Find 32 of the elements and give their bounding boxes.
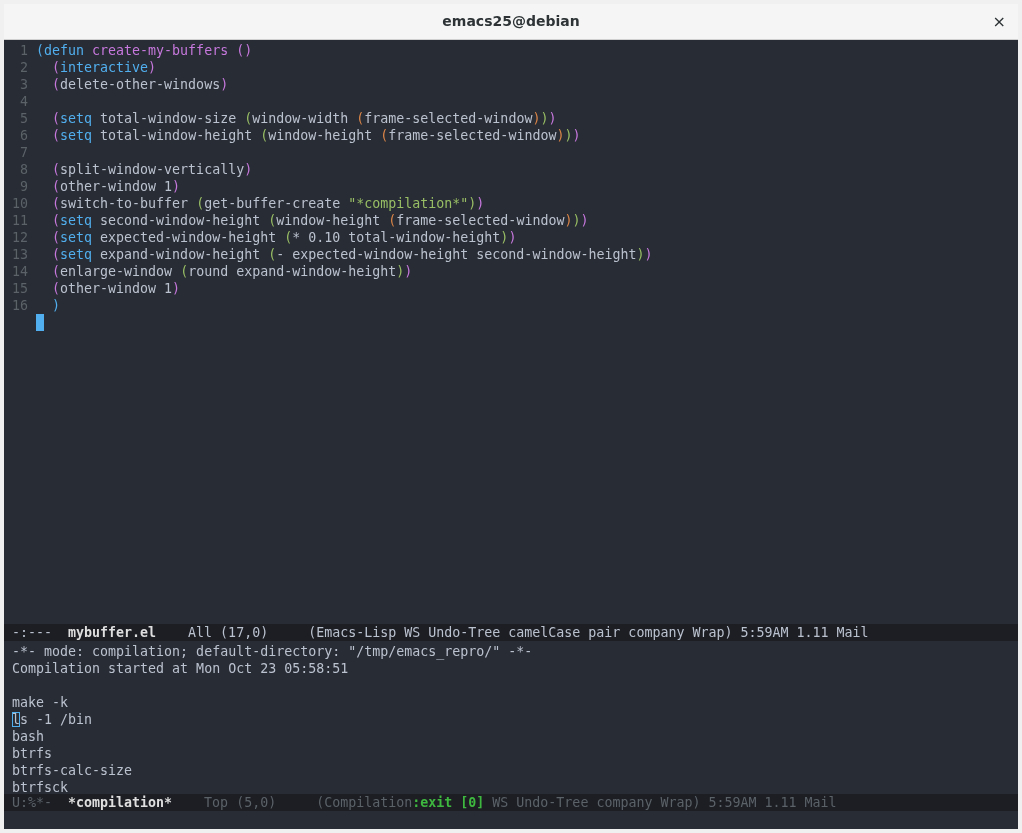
output-line: bash (12, 728, 45, 745)
header-line: Compilation started at Mon Oct 23 05:58:51 (12, 660, 349, 677)
cursor-position: Top (5,0) (204, 794, 277, 811)
code-line: (defun create-my-buffers () (36, 42, 253, 59)
code-line: (setq expected-window-height (* 0.10 total-window-height)) (51, 229, 517, 246)
code-line: (delete-other-windows) (51, 76, 229, 93)
header-line: -*- mode: compilation; default-directory: "/tmp/emacs_repro/" -*- (12, 643, 533, 660)
mode-list: (Emacs-Lisp WS Undo-Tree camelCase pair company Wrap) 5:59AM 1.11 Mail (308, 624, 869, 641)
output-line: make -k (12, 694, 69, 711)
output-line: btrfs (12, 745, 53, 762)
code-line: ) (51, 297, 61, 314)
code-line: (interactive) (51, 59, 157, 76)
mode-line-status: U:%*- (12, 794, 53, 811)
output-line: ls -1 /bin (12, 711, 93, 728)
code-line: (enlarge-window (round expand-window-height)) (51, 263, 413, 280)
buffer-name: mybuffer.el (68, 624, 157, 641)
code-line: (other-window 1) (51, 178, 181, 195)
code-line: (split-window-vertically) (51, 161, 253, 178)
output-line: btrfsck (12, 779, 69, 796)
output-line: btrfs-calc-size (12, 762, 133, 779)
window-title: emacs25@debian (442, 12, 580, 31)
code-line: (other-window 1) (51, 280, 181, 297)
code-line: (setq second-window-height (window-height (frame-selected-window))) (51, 212, 589, 229)
close-button[interactable]: × (992, 9, 1006, 34)
mode-list: (Compilation:exit [0] WS Undo-Tree company Wrap) 5:59AM 1.11 Mail (316, 794, 837, 811)
cursor-position: All (17,0) (188, 624, 269, 641)
code-line: (switch-to-buffer (get-buffer-create "*compilation*")) (51, 195, 485, 212)
code-line: (setq total-window-size (window-width (frame-selected-window))) (51, 110, 557, 127)
buffer-name: *compilation* (68, 794, 173, 811)
code-line: (setq expand-window-height (- expected-window-height second-window-height)) (51, 246, 653, 263)
mode-line-status: -:--- (12, 624, 53, 641)
code-line: (setq total-window-height (window-height (frame-selected-window))) (51, 127, 581, 144)
